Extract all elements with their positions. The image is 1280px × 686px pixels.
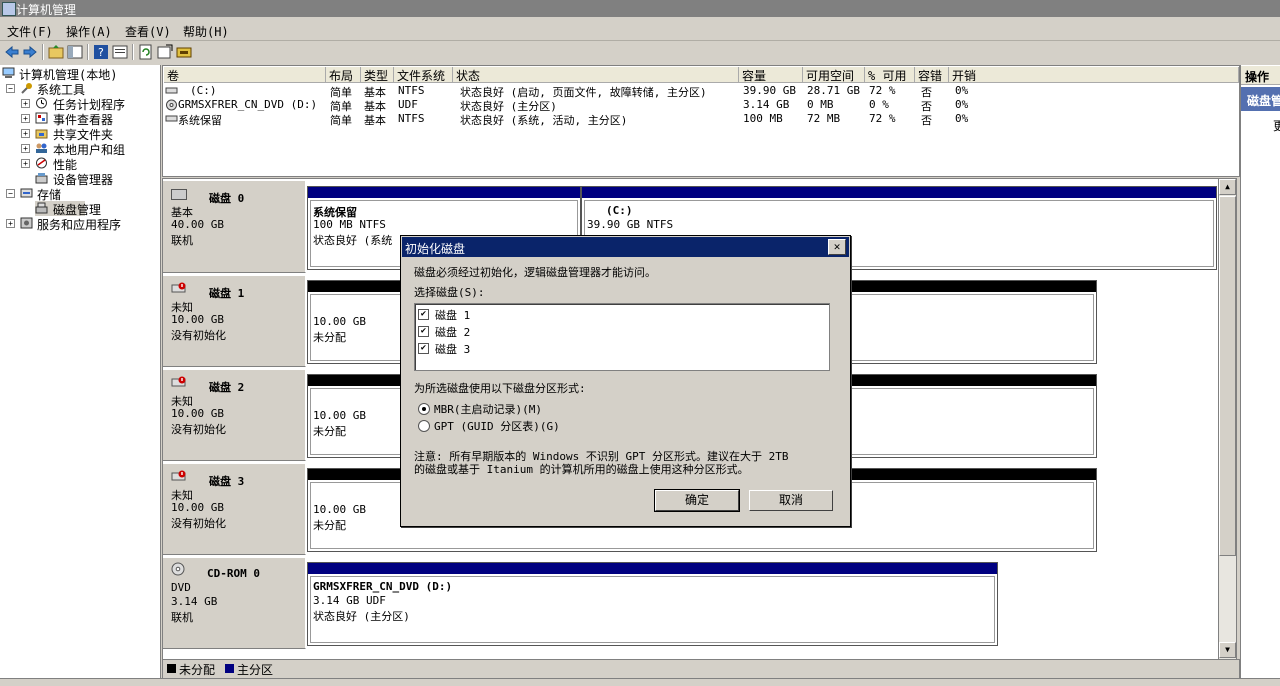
close-icon[interactable]: ✕ (828, 239, 846, 255)
radio-selected-icon[interactable] (418, 403, 430, 415)
volume-icon (165, 87, 178, 94)
gpt-radio[interactable]: GPT (GUID 分区表)(G) (418, 418, 618, 433)
computer-management-icon (2, 2, 16, 16)
uninitialized-disk-icon (171, 470, 186, 481)
expand-toggle-icon[interactable]: + (21, 114, 30, 123)
dialog-title: 初始化磁盘 (405, 242, 466, 256)
back-arrow-icon[interactable] (4, 44, 20, 60)
column-header-volume[interactable]: 卷 (164, 67, 326, 83)
computer-icon (2, 67, 15, 78)
users-icon (36, 143, 47, 153)
ok-button[interactable]: 确定 (654, 489, 740, 512)
column-header-capacity[interactable]: 容量 (739, 67, 803, 83)
scrollbar-thumb[interactable] (1219, 196, 1236, 556)
column-header-percent-free[interactable]: % 可用 (865, 67, 915, 83)
column-header-filesystem[interactable]: 文件系统 (394, 67, 453, 83)
menu-action[interactable]: 操作(A) (66, 23, 112, 40)
disk-management-icon (35, 202, 48, 214)
column-header-overhead[interactable]: 开销 (949, 67, 1239, 83)
action-section-disk-management[interactable]: 磁盘管 (1247, 92, 1280, 109)
window-title-bar: 计算机管理 (0, 0, 1280, 17)
column-header-status[interactable]: 状态 (453, 67, 739, 83)
disk-header-2[interactable]: 磁盘 2 未知 10.00 GB 没有初始化 (163, 370, 306, 461)
initialize-disk-dialog: 初始化磁盘 ✕ 磁盘必须经过初始化，逻辑磁盘管理器才能访问。 选择磁盘(S): … (400, 235, 851, 527)
checkbox-checked-icon[interactable]: ✔ (418, 343, 429, 354)
properties-icon[interactable] (112, 44, 128, 60)
disk-header-cdrom-0[interactable]: CD-ROM 0 DVD 3.14 GB 联机 (163, 558, 306, 649)
refresh-icon[interactable] (138, 44, 154, 60)
clock-icon (36, 97, 47, 109)
mbr-radio[interactable]: MBR(主启动记录)(M) (418, 401, 618, 416)
checkbox-checked-icon[interactable]: ✔ (418, 309, 429, 320)
tools-icon (21, 83, 32, 94)
scroll-down-arrow-icon[interactable]: ▼ (1219, 642, 1236, 658)
legend-primary: 主分区 (237, 663, 274, 677)
menu-bar: 文件(F) 操作(A) 查看(V) 帮助(H) (0, 18, 1280, 41)
partition-style-label: 为所选磁盘使用以下磁盘分区形式: (414, 382, 586, 395)
export-list-icon[interactable] (157, 44, 173, 60)
expand-toggle-icon[interactable]: + (21, 159, 30, 168)
column-header-type[interactable]: 类型 (361, 67, 394, 83)
up-folder-icon[interactable] (48, 44, 64, 60)
legend-unallocated: 未分配 (179, 663, 216, 677)
menu-file[interactable]: 文件(F) (7, 23, 53, 40)
disk-checkbox-1[interactable]: ✔ 磁盘 1 (415, 307, 615, 322)
uninitialized-disk-icon (171, 376, 186, 387)
tree-item-disk-management[interactable]: 磁盘管理 (35, 201, 101, 217)
primary-legend-swatch (225, 664, 234, 673)
disk-header-1[interactable]: 磁盘 1 未知 10.00 GB 没有初始化 (163, 276, 306, 367)
disk-settings-icon[interactable] (176, 44, 192, 60)
show-hide-tree-icon[interactable] (67, 44, 83, 60)
gpt-note-line2: 的磁盘或基于 Itanium 的计算机所用的磁盘上使用这种分区形式。 (414, 463, 749, 476)
expand-toggle-icon[interactable]: + (21, 99, 30, 108)
svg-text:?: ? (98, 46, 104, 59)
disk-header-0[interactable]: 磁盘 0 基本 40.00 GB 联机 (163, 181, 306, 273)
event-log-icon (35, 112, 48, 124)
column-header-free-space[interactable]: 可用空间 (803, 67, 865, 83)
volume-icon (165, 115, 178, 122)
dialog-intro-text: 磁盘必须经过初始化，逻辑磁盘管理器才能访问。 (414, 266, 656, 279)
toolbar: ? (0, 41, 1280, 63)
window-title: 计算机管理 (16, 3, 77, 17)
dvd-volume-icon (166, 99, 177, 111)
uninitialized-disk-icon (171, 282, 186, 293)
storage-icon (20, 188, 33, 198)
collapse-toggle-icon[interactable]: − (6, 189, 15, 198)
volume-list-table: 卷 布局 类型 文件系统 状态 容量 可用空间 % 可用 容错 开销 (C:) … (162, 65, 1240, 177)
cancel-button[interactable]: 取消 (749, 490, 833, 511)
checkbox-checked-icon[interactable]: ✔ (418, 326, 429, 337)
disk-header-3[interactable]: 磁盘 3 未知 10.00 GB 没有初始化 (163, 464, 306, 555)
unallocated-legend-swatch (167, 664, 176, 673)
device-manager-icon (35, 173, 48, 184)
action-pane: 操作 磁盘管 更 (1240, 65, 1280, 685)
dialog-title-bar: 初始化磁盘 ✕ (402, 237, 849, 257)
expand-toggle-icon[interactable]: + (21, 144, 30, 153)
column-header-layout[interactable]: 布局 (326, 67, 361, 83)
performance-icon (36, 157, 47, 169)
disk-checkbox-3[interactable]: ✔ 磁盘 3 (415, 341, 615, 356)
action-pane-title: 操作 (1245, 70, 1270, 84)
partition-dvd[interactable]: GRMSXFRER_CN_DVD (D:) 3.14 GB UDF 状态良好 (… (307, 562, 998, 646)
menu-help[interactable]: 帮助(H) (183, 23, 229, 40)
legend-bar: 未分配 主分区 (162, 659, 1240, 679)
navigation-tree: 计算机管理(本地) − 系统工具 + 任务计划程序 + 事件查看器 + 共享文件… (0, 65, 161, 685)
services-icon (20, 217, 33, 229)
cd-rom-icon (171, 562, 185, 576)
menu-view[interactable]: 查看(V) (125, 23, 171, 40)
hard-disk-icon (171, 189, 187, 200)
action-more[interactable]: 更 (1273, 117, 1280, 134)
disk-select-list[interactable]: ✔ 磁盘 1 ✔ 磁盘 2 ✔ 磁盘 3 (414, 303, 830, 371)
forward-arrow-icon[interactable] (22, 44, 38, 60)
scroll-up-arrow-icon[interactable]: ▲ (1219, 179, 1236, 195)
vertical-scrollbar[interactable]: ▲ ▼ (1218, 178, 1237, 661)
expand-toggle-icon[interactable]: + (6, 219, 15, 228)
expand-toggle-icon[interactable]: + (21, 129, 30, 138)
select-disk-label: 选择磁盘(S): (414, 286, 485, 299)
help-icon[interactable]: ? (93, 44, 109, 60)
collapse-toggle-icon[interactable]: − (6, 84, 15, 93)
disk-checkbox-2[interactable]: ✔ 磁盘 2 (415, 324, 615, 339)
column-header-fault-tolerance[interactable]: 容错 (915, 67, 949, 83)
radio-unselected-icon[interactable] (418, 420, 430, 432)
shared-folder-icon (35, 129, 48, 139)
